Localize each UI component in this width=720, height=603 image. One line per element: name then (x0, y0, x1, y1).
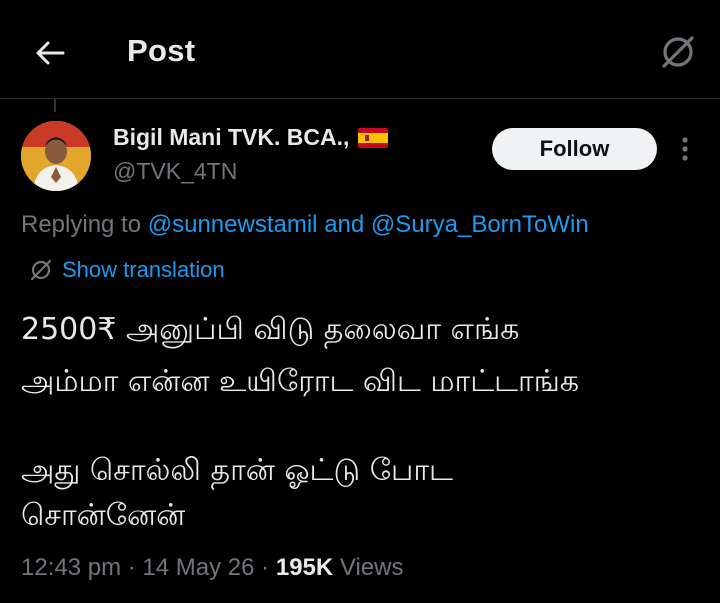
grok-icon (662, 36, 694, 68)
post-meta: 12:43 pm · 14 May 26 · 195K Views (21, 554, 403, 582)
top-app-bar: Post (0, 0, 720, 99)
author-name[interactable]: Bigil Mani TVK. BCA., (113, 124, 389, 151)
show-translation-button[interactable]: Show translation (29, 257, 225, 283)
spain-flag-icon (358, 127, 389, 148)
replying-to-label: Replying to (21, 211, 142, 238)
avatar[interactable] (21, 121, 91, 191)
post-date[interactable]: 14 May 26 (142, 554, 254, 581)
post-text-line: சொன்னேன் (21, 498, 186, 533)
arrow-left-icon (36, 41, 65, 65)
mention-link[interactable]: @Surya_BornToWin (371, 211, 589, 238)
author-handle[interactable]: @TVK_4TN (113, 158, 237, 185)
views-count[interactable]: 195K (276, 554, 333, 581)
more-options-button[interactable] (670, 131, 700, 167)
grok-icon (30, 259, 52, 281)
more-vertical-icon (682, 137, 688, 161)
replying-to-line: Replying to @sunnewstamil and @Surya_Bor… (21, 211, 589, 239)
meta-separator: · (127, 554, 136, 581)
grok-button[interactable] (656, 30, 700, 74)
post-text-line: அது சொல்லி தான் ஓட்டு போட (21, 453, 453, 488)
page-title: Post (127, 33, 196, 68)
post-text-line: அம்மா என்ன உயிரோட விட மாட்டாங்க (21, 364, 580, 399)
thread-connector-line (54, 99, 56, 112)
follow-button[interactable]: Follow (492, 128, 657, 170)
mention-link[interactable]: @sunnewstamil (148, 211, 318, 238)
mention-and-text[interactable]: and (324, 211, 364, 238)
meta-separator: · (261, 554, 270, 581)
post-text-line: 2500₹ அனுப்பி விடு தலைவா எங்க (21, 312, 520, 347)
show-translation-label: Show translation (62, 257, 225, 282)
post-time[interactable]: 12:43 pm (21, 554, 121, 581)
views-label: Views (339, 554, 404, 581)
author-display-name: Bigil Mani TVK. BCA., (113, 124, 350, 150)
back-button[interactable] (30, 33, 70, 73)
